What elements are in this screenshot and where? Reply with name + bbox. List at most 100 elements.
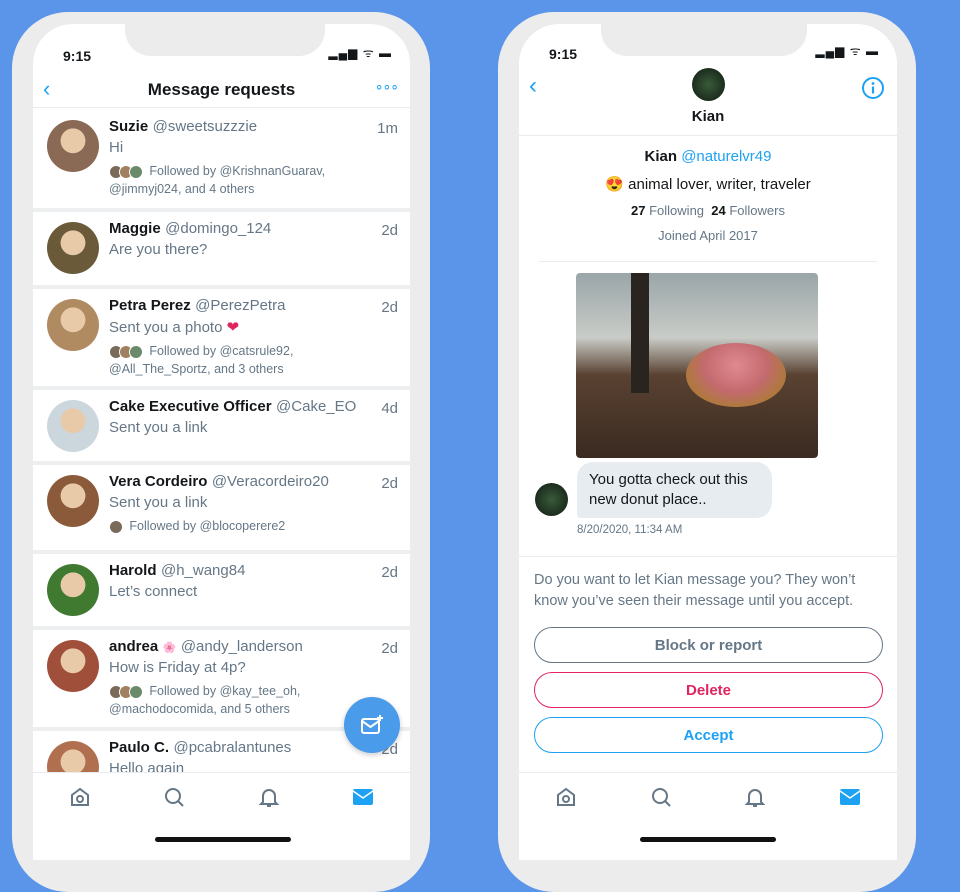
followed-by: Followed by @blocoperere2 [129, 519, 286, 533]
message-preview: Hi [109, 139, 124, 156]
request-row[interactable]: Harold @h_wang84 2d Let’s connect [33, 554, 410, 626]
message-preview: Are you there? [109, 241, 208, 258]
following-label[interactable]: Following [649, 203, 704, 218]
followed-by: Followed by @kay_tee_oh, [149, 684, 301, 698]
sender-name: Paulo C. [109, 739, 170, 756]
followers-label[interactable]: Followers [729, 203, 785, 218]
search-icon [651, 787, 671, 807]
followed-by-more: @All_The_Sportz, and 3 others [109, 362, 284, 376]
header-avatar[interactable] [692, 68, 725, 101]
sender-handle: @sweetsuzzzie [152, 118, 258, 135]
home-icon [71, 787, 90, 806]
request-time: 2d [381, 640, 398, 657]
search-tab[interactable] [649, 785, 673, 809]
request-time: 1m [377, 120, 398, 137]
compose-mail-icon [361, 715, 383, 734]
sender-handle: @h_wang84 [160, 562, 246, 579]
followers-count: 24 [711, 203, 726, 218]
bell-icon [744, 788, 766, 807]
request-row[interactable]: Suzie @sweetsuzzzie 1m Hi Followed by @K… [33, 110, 410, 208]
status-icons: ▂▄▆ ᯤ ▬ [815, 44, 879, 58]
request-time: 4d [381, 400, 398, 417]
home-tab[interactable] [68, 785, 92, 809]
sender-name: Maggie [109, 220, 161, 237]
heart-emoji: ❤ [226, 319, 240, 336]
sender-handle: @Veracordeiro20 [211, 473, 329, 490]
mutual-avatars [109, 344, 143, 359]
search-icon [165, 787, 185, 807]
profile-handle[interactable]: @naturelvr49 [681, 148, 771, 165]
header-name: Kian [691, 108, 725, 125]
more-icon[interactable]: ∘∘∘ [375, 78, 399, 95]
messages-tab[interactable] [838, 785, 862, 809]
message-timestamp: 8/20/2020, 11:34 AM [577, 524, 683, 536]
avatar [47, 120, 99, 172]
sender-handle: @andy_landerson [180, 638, 303, 655]
sender-avatar[interactable] [535, 483, 568, 516]
mutual-avatars [109, 684, 143, 699]
page-title: Message requests [147, 80, 296, 99]
block-or-report-button[interactable]: Block or report [534, 627, 883, 663]
sender-name: Harold [109, 562, 157, 579]
status-time: 9:15 [63, 48, 92, 64]
message-requests-screen: 9:15 ▂▄▆ ᯤ ▬ ‹ Message requests ∘∘∘ Suzi… [33, 24, 410, 860]
info-icon[interactable] [861, 76, 885, 100]
request-row[interactable]: Petra Perez @PerezPetra 2d Sent you a ph… [33, 289, 410, 386]
home-tab[interactable] [554, 785, 578, 809]
sender-name: andrea [109, 638, 159, 655]
message-bubble: You gotta check out this new donut place… [577, 462, 772, 518]
profile-bio: animal lover, writer, traveler [628, 176, 811, 193]
mutual-avatar [129, 344, 143, 359]
home-indicator [155, 837, 291, 842]
joined-date: Joined April 2017 [658, 228, 758, 243]
back-icon[interactable]: ‹ [43, 76, 50, 102]
followed-by: Followed by @KrishnanGuarav, [149, 164, 326, 178]
message-preview: Sent you a link [109, 494, 208, 511]
messages-tab[interactable] [351, 785, 375, 809]
request-time: 2d [381, 475, 398, 492]
accept-button[interactable]: Accept [534, 717, 883, 753]
followed-by: Followed by @catsrule92, [149, 344, 294, 358]
following-count: 27 [631, 203, 646, 218]
avatar [47, 222, 99, 274]
mutual-avatars [109, 519, 123, 534]
accept-prompt: Do you want to let Kian message you? The… [534, 572, 856, 609]
mutual-avatar [129, 164, 143, 179]
back-icon[interactable]: ‹ [529, 72, 537, 100]
avatar [47, 564, 99, 616]
conversation-screen: 9:15 ▂▄▆ ᯤ ▬ ‹ Kian Kian @naturelvr49 😍 … [519, 24, 897, 860]
home-icon [557, 787, 576, 806]
notifications-tab[interactable] [257, 785, 281, 809]
bio-emoji: 😍 [605, 176, 624, 193]
home-indicator [640, 837, 776, 842]
tab-bar [33, 772, 410, 820]
mutual-avatar [129, 684, 143, 699]
donut-photo[interactable] [576, 273, 818, 458]
sender-handle: @pcabralantunes [173, 739, 292, 756]
mutual-avatars [109, 164, 143, 179]
bell-icon [258, 788, 280, 807]
notifications-tab[interactable] [743, 785, 767, 809]
request-row[interactable]: Cake Executive Officer @Cake_EO 4d Sent … [33, 390, 410, 461]
request-time: 2d [381, 564, 398, 581]
followed-by-more: @jimmyj024, and 4 others [109, 182, 255, 196]
sender-name: Vera Cordeiro [109, 473, 208, 490]
request-row[interactable]: Maggie @domingo_124 2d Are you there? [33, 212, 410, 285]
mutual-avatar [109, 519, 123, 534]
status-time: 9:15 [549, 46, 578, 62]
request-row[interactable]: Vera Cordeiro @Veracordeiro20 2d Sent yo… [33, 465, 410, 550]
request-time: 2d [381, 299, 398, 316]
sender-name: Petra Perez [109, 297, 191, 314]
avatar [47, 400, 99, 452]
delete-button[interactable]: Delete [534, 672, 883, 708]
sender-name: Suzie [109, 118, 149, 135]
sender-handle: @domingo_124 [165, 220, 272, 237]
message-preview: Sent you a link [109, 419, 208, 436]
avatar [47, 299, 99, 351]
new-message-button[interactable] [344, 697, 400, 753]
mail-icon [352, 788, 374, 805]
flower-emoji: 🌸 [162, 642, 177, 654]
message-preview: Sent you a photo [109, 319, 223, 336]
profile-name: Kian [644, 148, 678, 165]
search-tab[interactable] [162, 785, 186, 809]
